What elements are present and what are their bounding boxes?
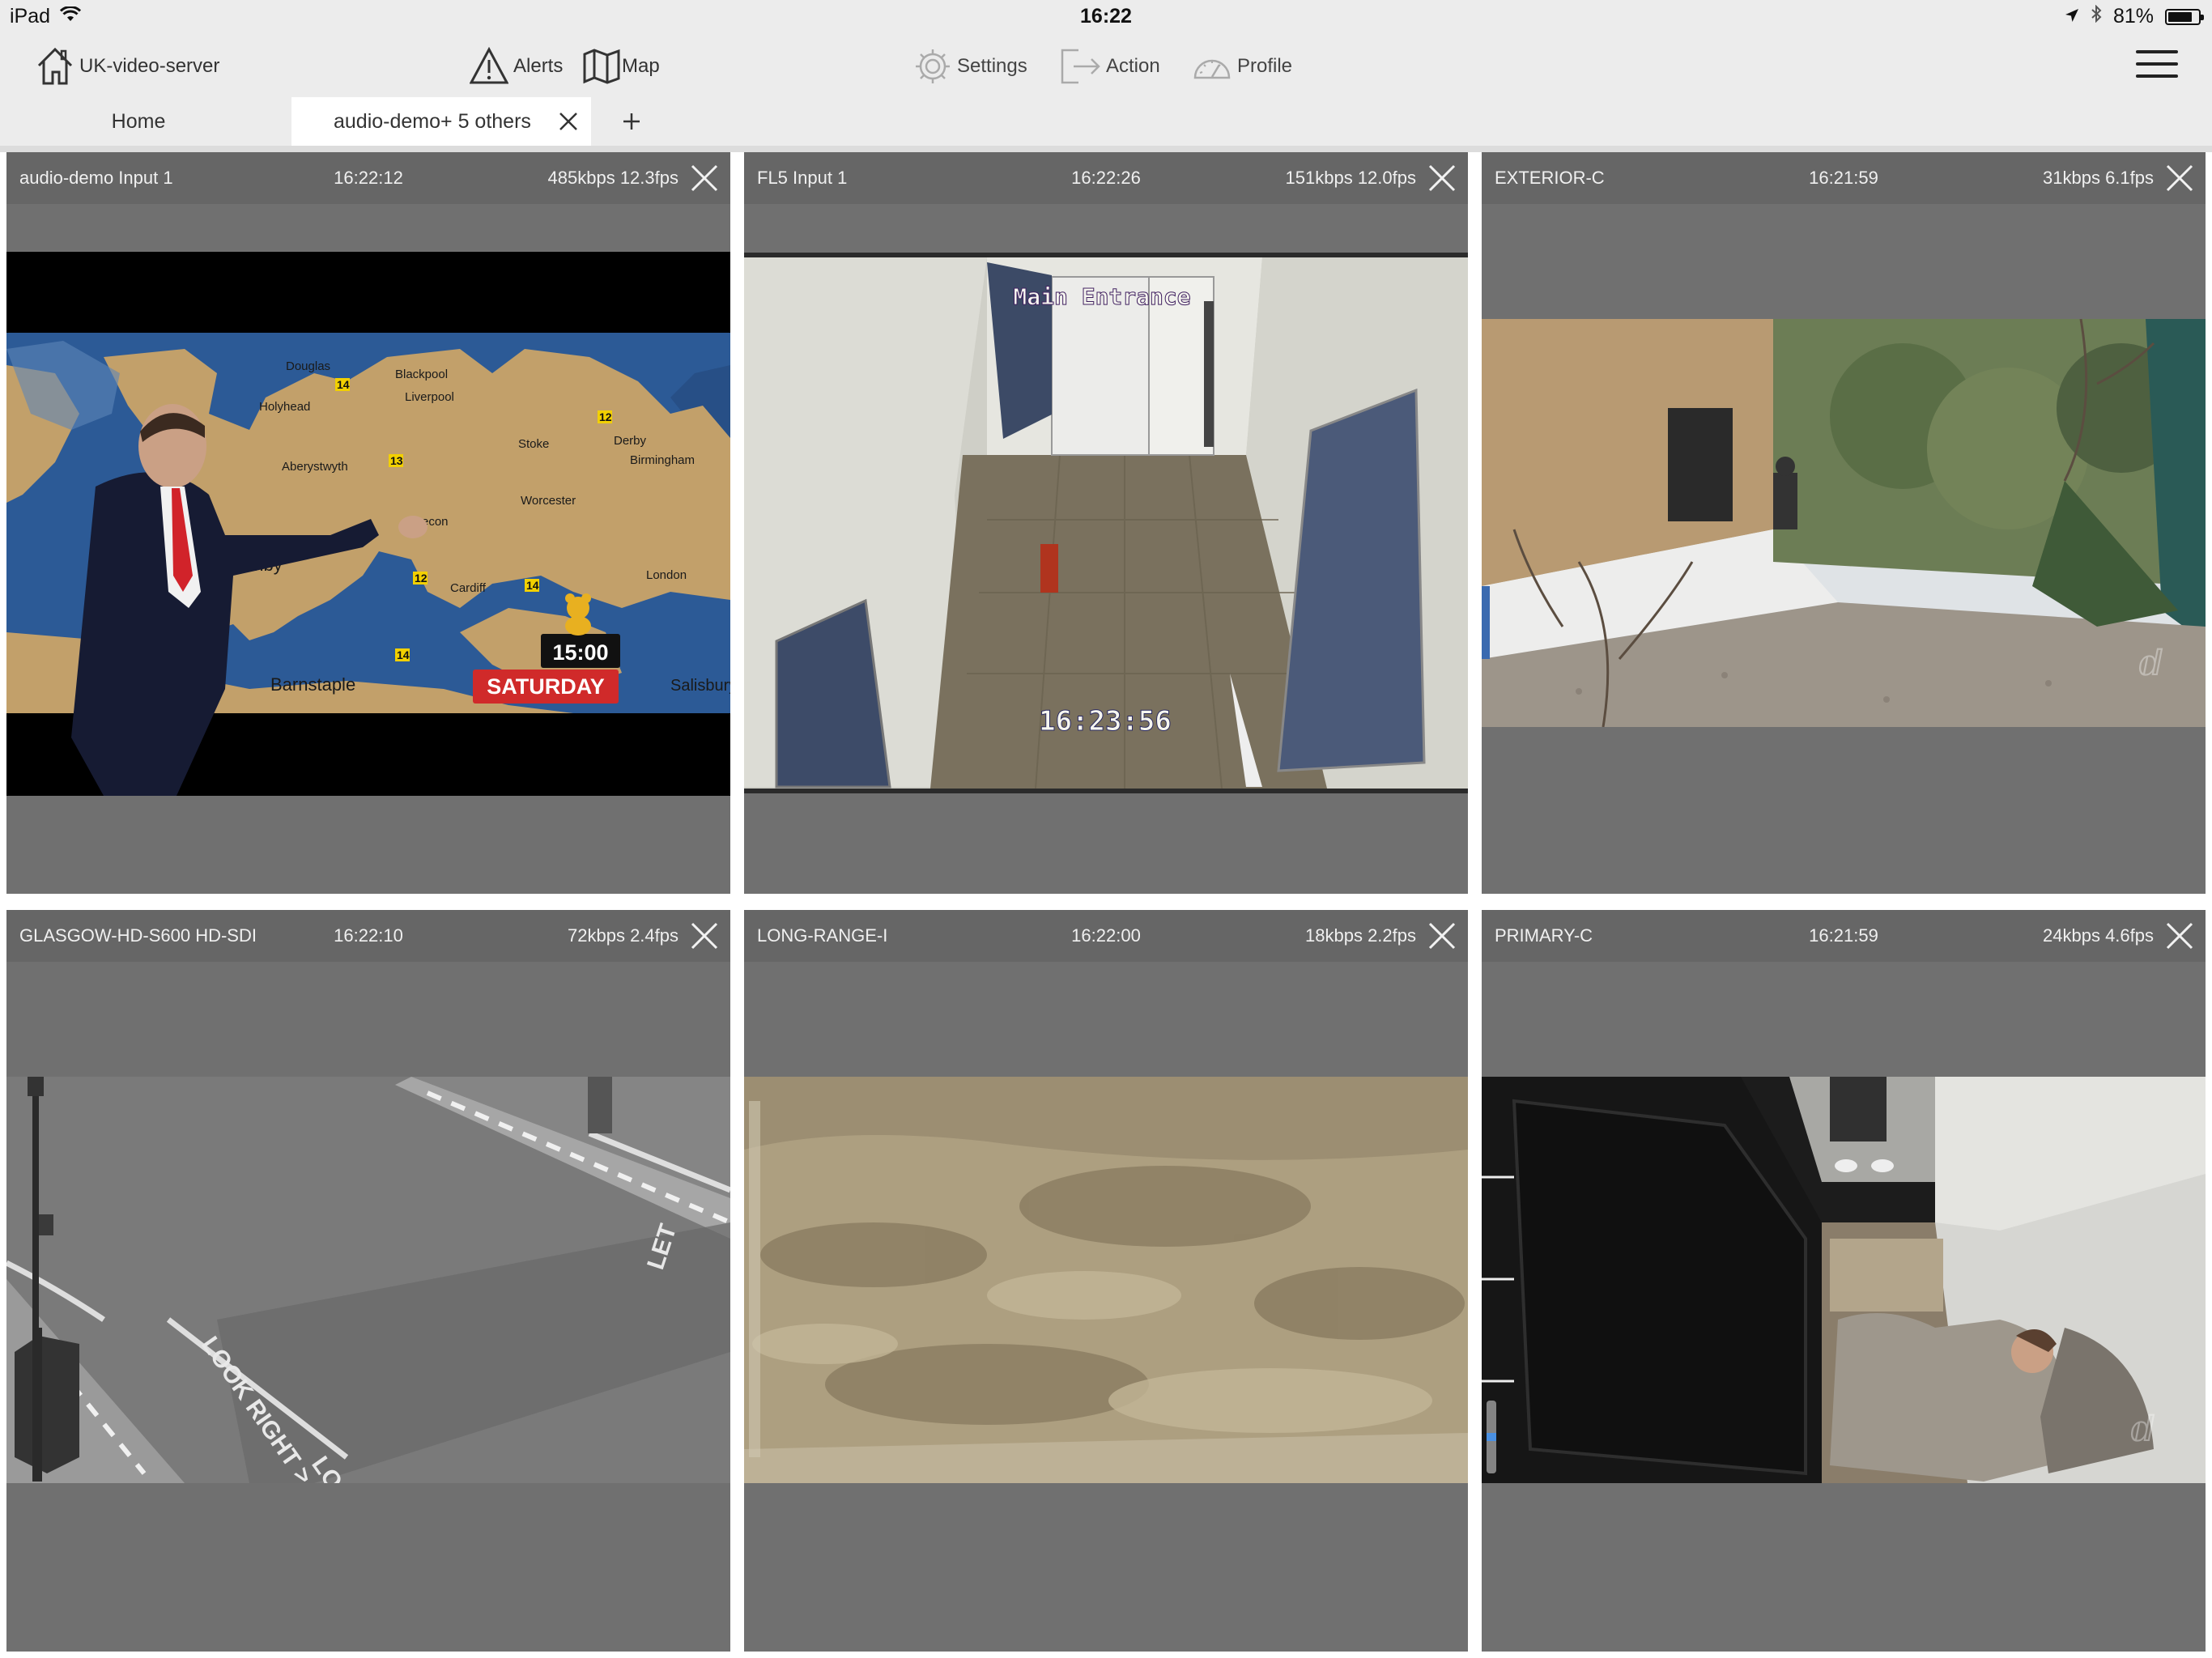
action-label: Action: [1106, 55, 1160, 77]
profile-button[interactable]: Profile: [1192, 40, 1292, 92]
map-place-label: Holyhead: [259, 400, 310, 414]
map-place-label: Aberystwyth: [282, 460, 348, 474]
camera-osd-timestamp: 16:23:56: [1039, 705, 1172, 738]
tile-header: LONG-RANGE-I 16:22:00 18kbps 2.2fps: [744, 910, 1468, 962]
battery-icon: [2165, 8, 2204, 25]
tile-header: audio-demo Input 1 16:22:12 485kbps 12.3…: [6, 152, 730, 204]
weather-time-badge: 15:00: [552, 640, 608, 665]
gear-icon: [913, 47, 952, 86]
clock: 16:22: [1080, 5, 1132, 28]
video-feed[interactable]: LOOK RIGHT > LOOK LET: [6, 1077, 730, 1483]
close-icon[interactable]: [2165, 921, 2194, 950]
add-tab-button[interactable]: [614, 107, 649, 136]
alerts-label: Alerts: [513, 55, 564, 77]
video-feed[interactable]: Main Entrance 16:23:56: [744, 253, 1468, 793]
map-place-label: Blackpool: [395, 368, 448, 381]
map-place-label: London: [646, 568, 687, 582]
hamburger-icon: [2136, 50, 2178, 53]
settings-button[interactable]: Settings: [913, 40, 1027, 92]
tab-label: Home: [111, 109, 166, 133]
tab-divider: [0, 146, 2212, 152]
map-icon: [583, 48, 620, 85]
tab-label: audio-demo+ 5 others: [334, 109, 531, 133]
camera-tile-fl5[interactable]: FL5 Input 1 16:22:26 151kbps 12.0fps Mai…: [744, 152, 1468, 894]
settings-label: Settings: [957, 55, 1027, 77]
server-home-button[interactable]: UK-video-server: [36, 40, 219, 92]
camera-sign-overlay: Main Entrance: [1013, 283, 1190, 310]
tile-header: EXTERIOR-C 16:21:59 31kbps 6.1fps: [1482, 152, 2206, 204]
temperature-badge: 13: [390, 454, 403, 467]
temperature-badge: 12: [415, 572, 428, 585]
map-place-label: Derby: [614, 434, 647, 448]
plus-icon: [623, 113, 640, 130]
camera-tile-exterior-c[interactable]: EXTERIOR-C 16:21:59 31kbps 6.1fps ⅆ: [1482, 152, 2206, 894]
bluetooth-icon: [2091, 4, 2102, 28]
temperature-badge: 12: [599, 410, 612, 423]
map-place-label: Liverpool: [405, 390, 454, 404]
teddy-bear-icon: [565, 593, 591, 636]
map-place-label: Cardiff: [450, 581, 487, 595]
video-feed[interactable]: [744, 1077, 1468, 1483]
camera-tile-primary-c[interactable]: PRIMARY-C 16:21:59 24kbps 4.6fps ⅆ: [1482, 910, 2206, 1652]
tile-header: PRIMARY-C 16:21:59 24kbps 4.6fps: [1482, 910, 2206, 962]
close-icon[interactable]: [1427, 921, 1457, 950]
camera-bitrate: 24kbps 4.6fps: [2043, 925, 2154, 946]
alerts-button[interactable]: Alerts: [470, 40, 563, 92]
profile-label: Profile: [1237, 55, 1293, 77]
tab-audio-demo[interactable]: audio-demo+ 5 others: [291, 97, 591, 146]
weather-day-badge: SATURDAY: [487, 674, 605, 699]
close-icon[interactable]: [1427, 164, 1457, 193]
tile-header: FL5 Input 1 16:22:26 151kbps 12.0fps: [744, 152, 1468, 204]
tab-bar: Home audio-demo+ 5 others: [0, 97, 2212, 146]
camera-grid: audio-demo Input 1 16:22:12 485kbps 12.3…: [0, 152, 2212, 1658]
camera-bitrate: 151kbps 12.0fps: [1285, 168, 1416, 188]
map-button[interactable]: Map: [583, 40, 660, 92]
video-feed[interactable]: Douglas Blackpool Liverpool Holyhead Abe…: [6, 252, 730, 796]
location-icon: [2065, 5, 2079, 28]
speedometer-icon: [1192, 50, 1232, 83]
video-feed[interactable]: ⅆ: [1482, 319, 2206, 727]
menu-button[interactable]: [2136, 50, 2178, 81]
map-label: Map: [622, 55, 660, 77]
watermark-logo: ⅆ: [2138, 644, 2163, 683]
close-icon[interactable]: [690, 164, 719, 193]
tab-home[interactable]: Home: [0, 97, 277, 146]
camera-tile-audio-demo[interactable]: audio-demo Input 1 16:22:12 485kbps 12.3…: [6, 152, 730, 894]
map-place-label: Worcester: [521, 494, 576, 508]
watermark-logo: ⅆ: [2129, 1409, 2155, 1449]
tile-header: GLASGOW-HD-S600 HD-SDI 16:22:10 72kbps 2…: [6, 910, 730, 962]
status-bar: iPad 16:22 81%: [0, 0, 2212, 36]
video-feed[interactable]: ⅆ: [1482, 1077, 2206, 1483]
map-place-label: Stoke: [518, 437, 549, 451]
camera-bitrate: 72kbps 2.4fps: [568, 925, 678, 946]
temperature-badge: 14: [337, 378, 350, 391]
camera-tile-long-range[interactable]: LONG-RANGE-I 16:22:00 18kbps 2.2fps: [744, 910, 1468, 1652]
temperature-badge: 14: [397, 648, 410, 661]
server-name: UK-video-server: [79, 55, 220, 77]
warning-icon: [470, 47, 508, 86]
map-place-label: Birmingham: [630, 453, 695, 467]
camera-bitrate: 31kbps 6.1fps: [2043, 168, 2154, 188]
map-place-label: Salisbury: [670, 677, 730, 695]
exit-icon: [1059, 47, 1101, 86]
action-button[interactable]: Action: [1059, 40, 1160, 92]
home-icon: [36, 46, 74, 87]
toolbar: UK-video-server Alerts Map Settings Acti…: [0, 36, 2212, 97]
camera-bitrate: 485kbps 12.3fps: [547, 168, 678, 188]
close-tab-icon[interactable]: [559, 112, 578, 131]
map-place-label: Douglas: [286, 359, 330, 373]
camera-tile-glasgow[interactable]: GLASGOW-HD-S600 HD-SDI 16:22:10 72kbps 2…: [6, 910, 730, 1652]
camera-bitrate: 18kbps 2.2fps: [1305, 925, 1416, 946]
close-icon[interactable]: [2165, 164, 2194, 193]
close-icon[interactable]: [690, 921, 719, 950]
battery-percent: 81%: [2112, 5, 2154, 28]
temperature-badge: 14: [526, 579, 539, 592]
map-place-label: Barnstaple: [270, 674, 355, 695]
